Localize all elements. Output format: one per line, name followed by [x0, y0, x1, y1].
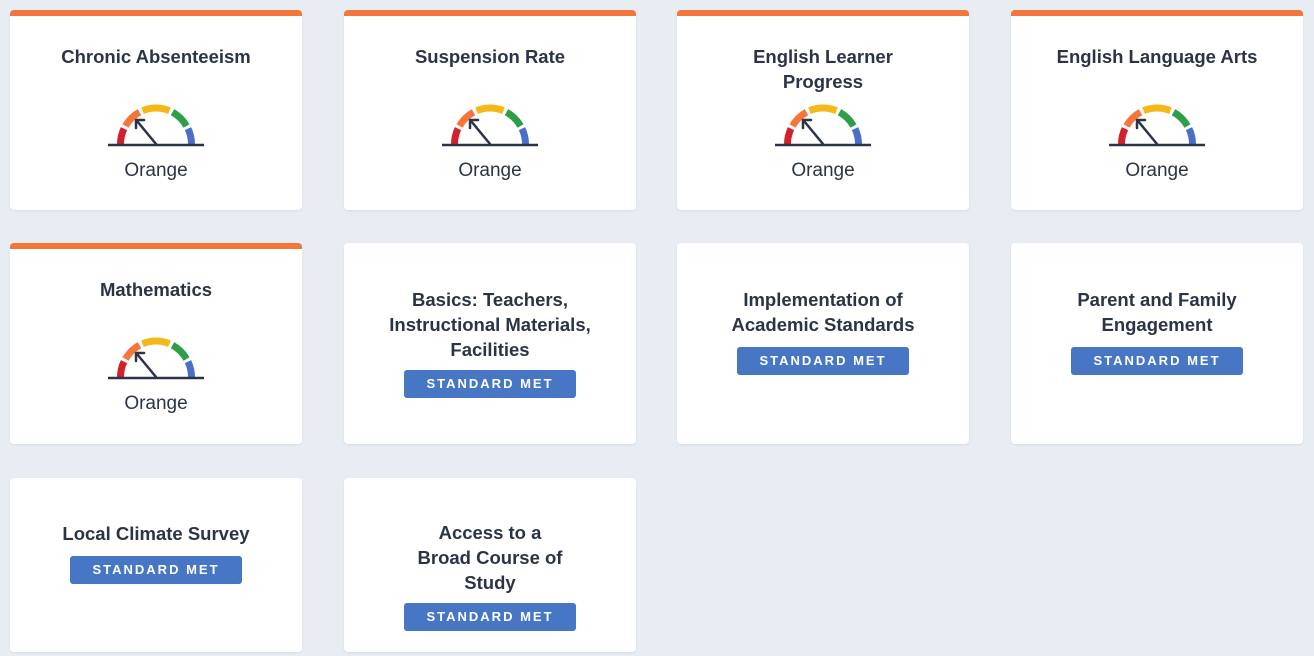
card-title: Implementation of Academic Standards — [731, 289, 915, 335]
performance-level-label: Orange — [1125, 160, 1189, 181]
performance-level-label: Orange — [791, 160, 855, 181]
card-title: Chronic Absenteeism — [61, 46, 251, 67]
indicator-card-basics[interactable]: Basics: Teachers, Instructional Material… — [344, 243, 636, 444]
card-title: English Language Arts — [1056, 46, 1258, 67]
indicator-card-suspension-rate[interactable]: Suspension Rate Orange — [344, 10, 636, 210]
card-title: Suspension Rate — [414, 46, 566, 67]
indicator-card-english-language-arts[interactable]: English Language Arts Orange — [1011, 10, 1303, 210]
performance-level-label: Orange — [458, 160, 522, 181]
card-title: Basics: Teachers, Instructional Material… — [389, 289, 591, 360]
standard-met-badge: STANDARD MET — [70, 556, 242, 584]
indicator-card-chronic-absenteeism[interactable]: Chronic Absenteeism Orange — [10, 10, 302, 210]
standard-met-badge: STANDARD MET — [404, 370, 576, 398]
indicator-card-english-learner-progress[interactable]: English Learner Progress Orange — [677, 10, 969, 210]
card-title: Access to a Broad Course of Study — [417, 522, 563, 593]
standard-met-badge: STANDARD MET — [1071, 347, 1243, 375]
card-title: Mathematics — [99, 279, 213, 300]
indicator-card-implementation-of-academic-standards[interactable]: Implementation of Academic Standards STA… — [677, 243, 969, 444]
indicator-card-parent-and-family-engagement[interactable]: Parent and Family Engagement STANDARD ME… — [1011, 243, 1303, 444]
indicator-card-access-to-broad-course-of-study[interactable]: Access to a Broad Course of Study STANDA… — [344, 478, 636, 652]
performance-level-label: Orange — [124, 160, 188, 181]
card-title: Local Climate Survey — [62, 523, 250, 544]
performance-gauge-icon — [773, 104, 873, 152]
performance-gauge-icon — [106, 337, 206, 385]
standard-met-badge: STANDARD MET — [404, 603, 576, 631]
performance-level-label: Orange — [124, 393, 188, 414]
performance-gauge-icon — [440, 104, 540, 152]
card-title: Parent and Family Engagement — [1077, 289, 1237, 335]
indicator-card-mathematics[interactable]: Mathematics Orange — [10, 243, 302, 444]
performance-gauge-icon — [106, 104, 206, 152]
card-title: English Learner Progress — [753, 46, 893, 92]
performance-gauge-icon — [1107, 104, 1207, 152]
standard-met-badge: STANDARD MET — [737, 347, 909, 375]
indicator-card-local-climate-survey[interactable]: Local Climate Survey STANDARD MET — [10, 478, 302, 652]
